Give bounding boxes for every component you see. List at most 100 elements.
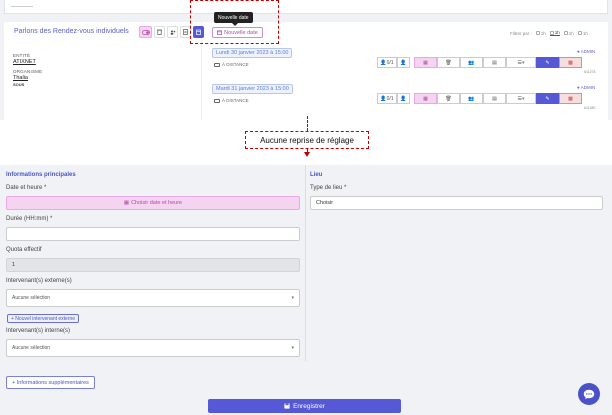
calendar-button[interactable]: ▦	[414, 93, 437, 104]
appointment-date[interactable]: Lundi 30 janvier 2023 à 15:00	[212, 48, 293, 58]
participants-count-button[interactable]: 👤 0/1	[377, 57, 397, 68]
add-participant-button[interactable]: 👤	[397, 57, 410, 68]
annotation-connector	[307, 116, 308, 131]
trash-icon	[157, 29, 162, 35]
duration-label: Durée (HH:mm) *	[6, 216, 53, 222]
computer-icon	[214, 62, 220, 67]
internal-speakers-label: Intervenant(s) interne(s)	[6, 328, 71, 334]
chevron-down-icon: ▾	[521, 59, 525, 66]
main-info-section: Informations principales Date et heure *…	[0, 165, 306, 361]
card-title: Parlons des Rendez-vous individuels	[14, 28, 129, 35]
edit-icon: ✎	[545, 95, 550, 102]
annotation-arrow-icon	[304, 152, 310, 157]
users-icon: 👥	[468, 59, 475, 66]
filter-label: Filtrer par :	[510, 30, 532, 36]
trash-icon: 🗑	[445, 95, 452, 102]
users-icon	[170, 29, 175, 35]
user-plus-icon: 👤	[400, 59, 407, 66]
calendar-x-icon: ▩	[568, 95, 573, 102]
appointment-actions: 👤 0/1 👤 ▦ 🗑 👥 ▤ ☰ ▾ ✎ ▩	[377, 57, 582, 68]
place-title: Lieu	[310, 172, 323, 178]
annotation-callout: Aucune reprise de réglage	[245, 131, 369, 149]
filter-option[interactable]: 1h	[535, 31, 546, 36]
delete-button[interactable]: 🗑	[437, 57, 460, 68]
toggle-icon	[141, 29, 150, 35]
entity-value[interactable]: ATIXNET	[13, 59, 36, 65]
participants-button[interactable]: 👥	[460, 93, 483, 104]
participants-button[interactable]	[167, 26, 178, 38]
options-select[interactable]: ☰ ▾	[506, 93, 536, 104]
calendar-x-icon: ▩	[568, 59, 573, 66]
appointment-id: #11280	[584, 106, 596, 110]
add-external-speaker-button[interactable]: + Nouvel intervenant externe	[7, 314, 80, 323]
participants-count-button[interactable]: 👤 0/1	[377, 93, 397, 104]
appointment-location: À DISTANCE	[214, 98, 249, 103]
entity-label: ENTITÉ	[13, 53, 31, 58]
filter-option[interactable]: 1h	[577, 31, 588, 36]
options-select[interactable]: ☰ ▾	[506, 57, 536, 68]
choose-date-button[interactable]: ▦ Choisir date et heure	[6, 196, 300, 210]
appointment-row: Mardi 31 janvier 2023 à 15:00 À DISTANCE…	[212, 84, 596, 112]
quota-label: Quota effectif	[6, 247, 42, 253]
organisme-extra: SOUS	[13, 82, 25, 87]
edit-button[interactable]: ✎	[536, 57, 559, 68]
toggle-button[interactable]	[139, 26, 152, 38]
appointment-id: #11278	[584, 70, 596, 74]
calendar-icon: ▦	[123, 200, 130, 206]
user-plus-icon: 👤	[400, 95, 407, 102]
delete-button[interactable]: 🗑	[437, 93, 460, 104]
place-type-select[interactable]: Choisir	[310, 196, 603, 210]
chevron-down-icon: ▾	[521, 95, 525, 102]
filter-option-selected[interactable]: 1h	[549, 30, 560, 36]
calendar-icon: ▦	[423, 95, 428, 102]
new-date-form: Informations principales Date et heure *…	[0, 165, 612, 415]
document-icon: ▤	[492, 95, 497, 102]
edit-icon: ✎	[545, 59, 550, 66]
document-button[interactable]: ▤	[483, 57, 506, 68]
admin-label: ● ADMIN	[577, 49, 596, 54]
more-info-button[interactable]: + Informations supplémentaires	[6, 376, 95, 389]
chevron-down-icon: ▾	[291, 345, 294, 351]
document-button[interactable]: ▤	[483, 93, 506, 104]
cancel-button[interactable]: ▩	[559, 93, 582, 104]
cancel-button[interactable]: ▩	[559, 57, 582, 68]
document-icon: ▤	[492, 59, 497, 66]
main-info-title: Informations principales	[6, 172, 76, 178]
organisme-label: ORGANISME	[13, 69, 43, 74]
chevron-down-icon: ▾	[291, 295, 294, 301]
delete-button[interactable]	[154, 26, 165, 38]
duration-input[interactable]	[6, 227, 300, 241]
date-label: Date et heure *	[6, 185, 47, 191]
participants-button[interactable]: 👥	[460, 57, 483, 68]
appointment-date[interactable]: Mardi 31 janvier 2023 à 15:00	[212, 84, 293, 94]
session-info-column: Parlons des Rendez-vous individuels ENTI…	[4, 22, 204, 120]
quota-field: 1	[6, 258, 300, 272]
appointment-row: Lundi 30 janvier 2023 à 15:00 À DISTANCE…	[212, 48, 596, 76]
appointments-panel: Parlons des Rendez-vous individuels ENTI…	[0, 0, 612, 120]
edit-button[interactable]: ✎	[536, 93, 559, 104]
computer-icon	[214, 98, 220, 103]
filter-bar: Filtrer par : 1h 1h 1h 1h	[510, 30, 588, 36]
admin-label: ● ADMIN	[577, 85, 596, 90]
organisme-value[interactable]: Thalia	[13, 75, 28, 81]
calendar-icon: ▦	[423, 59, 428, 66]
filter-option[interactable]: 1h	[563, 31, 574, 36]
header-strip	[4, 0, 608, 14]
save-button[interactable]: Enregistrer	[208, 399, 401, 413]
place-type-label: Type de lieu *	[310, 185, 347, 191]
chat-button[interactable]	[578, 383, 600, 405]
appointment-location: À DISTANCE	[214, 62, 249, 67]
trash-icon: 🗑	[445, 59, 452, 66]
internal-speakers-select[interactable]: Aucune sélection ▾	[6, 339, 300, 357]
annotation-highlight-box	[190, 0, 279, 44]
add-participant-button[interactable]: 👤	[397, 93, 410, 104]
external-speakers-select[interactable]: Aucune sélection ▾	[6, 289, 300, 307]
external-speakers-label: Intervenant(s) externe(s)	[6, 278, 72, 284]
place-section: Lieu Type de lieu * Choisir	[306, 165, 612, 361]
appointment-actions: 👤 0/1 👤 ▦ 🗑 👥 ▤ ☰ ▾ ✎ ▩	[377, 93, 582, 104]
users-icon: 👥	[468, 95, 475, 102]
document-icon	[183, 29, 188, 35]
save-icon	[284, 403, 290, 409]
calendar-button[interactable]: ▦	[414, 57, 437, 68]
chat-bubble-icon	[583, 389, 595, 399]
